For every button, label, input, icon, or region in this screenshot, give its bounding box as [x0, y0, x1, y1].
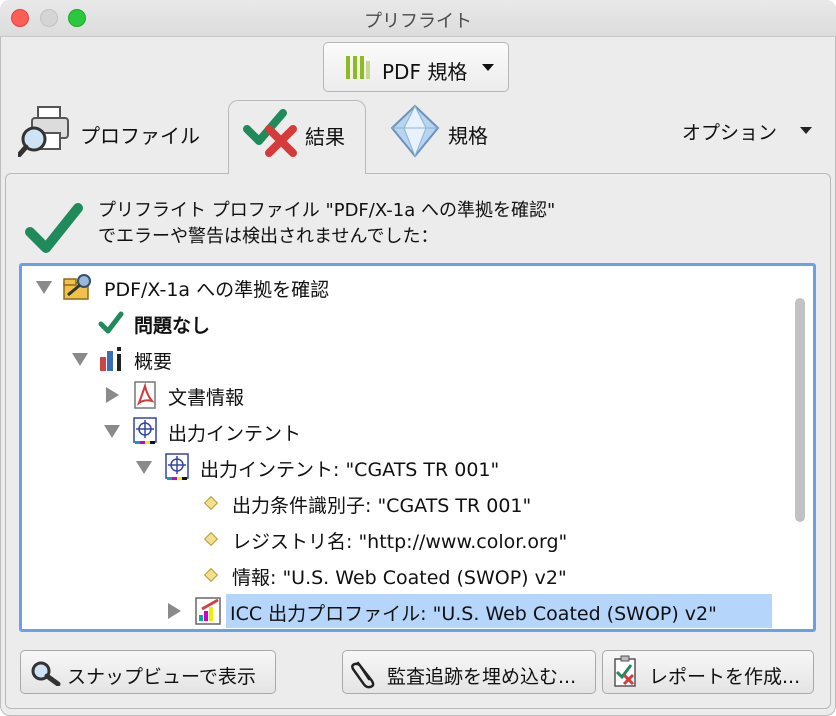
tree-label-icc-profile: ICC 出力プロファイル: "U.S. Web Coated (SWOP) v2…: [230, 603, 717, 625]
tab-results[interactable]: 結果: [228, 100, 366, 174]
tree-scrollbar[interactable]: [795, 298, 805, 522]
overview-chart-icon: [100, 347, 121, 371]
create-report-button[interactable]: レポートを作成...: [602, 650, 814, 694]
paperclip-icon: [351, 661, 375, 689]
magnifier-icon: [31, 661, 61, 686]
tab-profile[interactable]: プロファイル: [18, 100, 218, 174]
tree-label-output-intents: 出力インテント: [168, 423, 302, 445]
tree-label-root: PDF/X-1a への準拠を確認: [104, 279, 330, 301]
disclosure-expanded-icon[interactable]: [104, 425, 120, 438]
tree-row-document-info[interactable]: 文書情報: [22, 378, 813, 412]
tree-label-output-intent: 出力インテント: "CGATS TR 001": [200, 459, 500, 481]
title-bar: プリフライト: [0, 0, 836, 37]
create-report-label: レポートを作成...: [649, 666, 801, 688]
checkmark-icon: [98, 311, 124, 334]
property-bullet-icon: [203, 567, 219, 583]
tree-label-overview: 概要: [134, 351, 173, 373]
pdf-standard-dropdown[interactable]: PDF 規格: [323, 42, 509, 92]
options-menu[interactable]: オプション: [682, 118, 822, 146]
disclosure-expanded-icon[interactable]: [36, 281, 52, 294]
preflight-window: プリフライト PDF 規格 プロファイル 結果 規格 オプション プリフライト …: [0, 0, 836, 716]
check-cross-icon: [243, 109, 297, 157]
summary-line-2: でエラーや警告は検出されませんでした：: [98, 226, 439, 247]
tree-row-overview[interactable]: 概要: [22, 342, 813, 376]
registration-mark-icon: [165, 453, 189, 480]
tree-row-output-intents[interactable]: 出力インテント: [22, 414, 813, 448]
tree-row-registry[interactable]: レジストリ名: "http://www.color.org": [22, 522, 813, 556]
tree-row-icc-profile[interactable]: ICC 出力プロファイル: "U.S. Web Coated (SWOP) v2…: [22, 594, 813, 628]
tree-row-info[interactable]: 情報: "U.S. Web Coated (SWOP) v2": [22, 558, 813, 592]
snap-view-button[interactable]: スナップビューで表示: [20, 650, 276, 694]
tree-label-document-info: 文書情報: [168, 387, 245, 409]
report-icon: [614, 655, 636, 687]
disclosure-expanded-icon[interactable]: [72, 353, 88, 366]
disclosure-collapsed-icon[interactable]: [168, 603, 181, 619]
disclosure-expanded-icon[interactable]: [136, 461, 152, 474]
summary-message: プリフライト プロファイル "PDF/X-1a への準拠を確認" でエラーや警告…: [98, 198, 555, 250]
snap-view-label: スナップビューで表示: [67, 666, 256, 688]
embed-audit-trail-label: 監査追跡を埋め込む...: [387, 666, 577, 688]
tab-results-label: 結果: [305, 125, 345, 149]
profile-wrench-icon: [63, 274, 91, 300]
property-bullet-icon: [203, 495, 219, 511]
tree-row-root[interactable]: PDF/X-1a への準拠を確認: [22, 270, 813, 304]
pdf-standard-label: PDF 規格: [382, 60, 468, 84]
tree-label-registry: レジストリ名: "http://www.color.org": [232, 531, 568, 553]
chevron-down-icon: [800, 127, 812, 134]
embed-audit-trail-button[interactable]: 監査追跡を埋め込む...: [342, 650, 596, 694]
options-label: オプション: [682, 122, 778, 144]
tree-label-condition-id: 出力条件識別子: "CGATS TR 001": [232, 495, 532, 517]
tab-standards[interactable]: 規格: [388, 100, 518, 174]
active-tab-joint: [229, 170, 365, 176]
tree-label-info: 情報: "U.S. Web Coated (SWOP) v2": [232, 567, 567, 589]
tree-row-condition-id[interactable]: 出力条件識別子: "CGATS TR 001": [22, 486, 813, 520]
tree-row-no-problems[interactable]: 問題なし: [22, 306, 813, 340]
pdf-document-icon: [134, 381, 156, 409]
icc-profile-icon: [195, 597, 221, 625]
tab-profile-label: プロファイル: [80, 124, 200, 148]
checkmark-icon: [25, 203, 83, 253]
property-bullet-icon: [203, 531, 219, 547]
diamond-icon: [390, 104, 440, 158]
window-title: プリフライト: [364, 11, 472, 32]
disclosure-collapsed-icon[interactable]: [106, 387, 119, 403]
registration-mark-icon: [133, 417, 157, 444]
tab-standards-label: 規格: [448, 124, 488, 148]
chevron-down-icon: [482, 64, 494, 71]
results-tree[interactable]: PDF/X-1a への準拠を確認 問題なし 概要 文書情報 出力インテント 出力…: [19, 263, 816, 632]
summary-line-1: プリフライト プロファイル "PDF/X-1a への準拠を確認": [98, 200, 556, 221]
printer-magnifier-icon: [18, 106, 69, 157]
tree-row-output-intent[interactable]: 出力インテント: "CGATS TR 001": [22, 450, 813, 484]
bars-icon: [346, 56, 370, 79]
tree-label-no-problems: 問題なし: [134, 315, 211, 337]
